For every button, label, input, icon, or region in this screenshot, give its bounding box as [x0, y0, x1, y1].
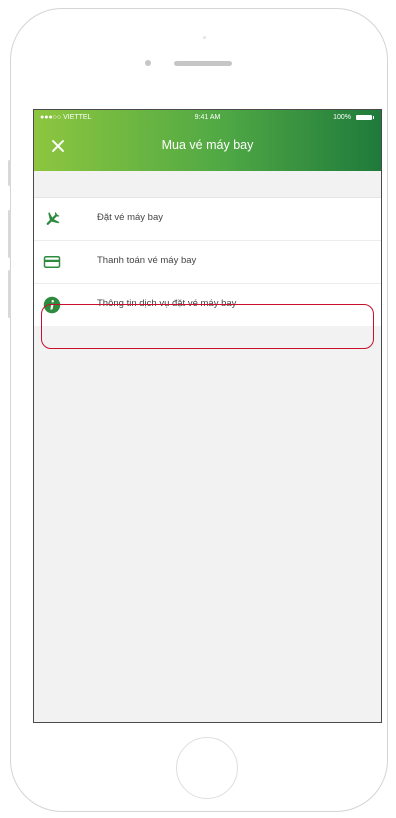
- earpiece-speaker: [174, 61, 232, 66]
- airplane-icon: [43, 210, 61, 228]
- highlight-annotation: [41, 304, 374, 349]
- menu-item-book-flight[interactable]: Đặt vé máy bay: [34, 198, 381, 241]
- app-screen: ●●●○○ VIETTEL 9:41 AM 100% Mua vé máy ba…: [33, 109, 382, 723]
- status-bar: ●●●○○ VIETTEL 9:41 AM 100%: [34, 110, 381, 126]
- status-time: 9:41 AM: [194, 114, 221, 121]
- credit-card-icon: [43, 253, 61, 271]
- menu-item-pay-ticket[interactable]: Thanh toán vé máy bay: [34, 241, 381, 284]
- volume-down-button: [8, 270, 11, 318]
- home-button[interactable]: [176, 737, 238, 799]
- battery-icon: [356, 115, 374, 120]
- front-camera: [145, 60, 151, 66]
- app-header: ●●●○○ VIETTEL 9:41 AM 100% Mua vé máy ba…: [34, 110, 381, 171]
- menu-item-label: Đặt vé máy bay: [97, 212, 163, 223]
- mute-switch: [8, 160, 11, 186]
- page-title: Mua vé máy bay: [161, 138, 254, 152]
- proximity-sensor: [203, 36, 206, 39]
- battery-percentage: 100%: [333, 114, 351, 121]
- volume-up-button: [8, 210, 11, 258]
- menu-item-label: Thanh toán vé máy bay: [97, 255, 197, 266]
